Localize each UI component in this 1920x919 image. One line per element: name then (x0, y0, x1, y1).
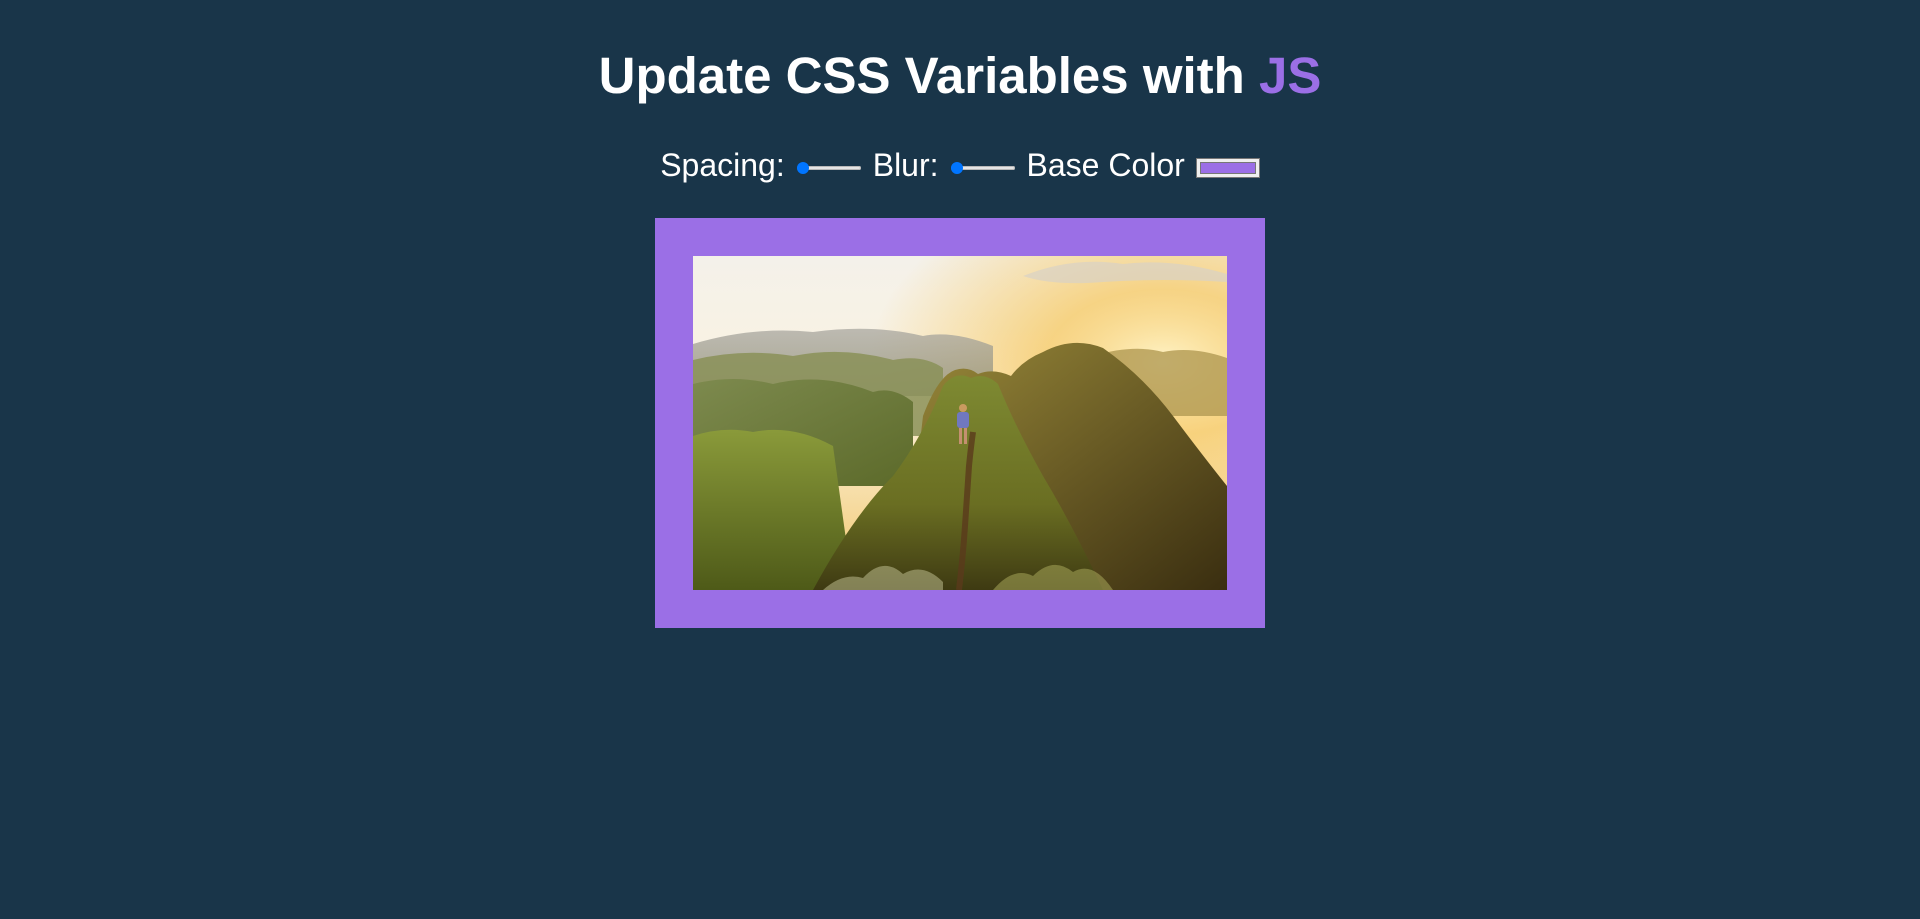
base-color-label: Base Color (1026, 147, 1185, 183)
blur-slider[interactable] (950, 160, 1015, 176)
color-swatch (1199, 162, 1256, 174)
controls-bar: Spacing: Blur: Base Color (0, 143, 1920, 187)
spacing-slider[interactable] (796, 160, 861, 176)
blur-label: Blur: (872, 147, 939, 183)
image-frame (655, 218, 1265, 628)
base-color-picker[interactable] (1195, 158, 1260, 178)
page-title: Update CSS Variables with JS (0, 46, 1920, 106)
photo-illustration (693, 256, 1227, 590)
title-highlight: JS (1258, 47, 1322, 104)
spacing-label: Spacing: (660, 147, 785, 183)
mountain-hiker-photo (693, 256, 1227, 590)
page: Update CSS Variables with JS Spacing: Bl… (0, 0, 1920, 919)
slider-thumb[interactable] (797, 162, 810, 174)
slider-thumb[interactable] (950, 162, 963, 174)
title-text: Update CSS Variables with (598, 47, 1259, 104)
